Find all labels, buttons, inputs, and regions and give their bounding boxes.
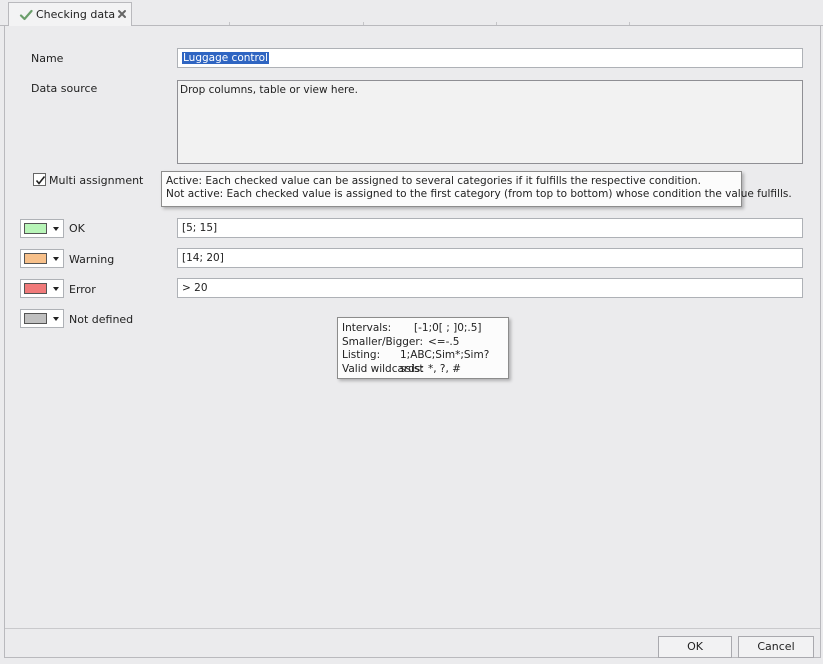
chevron-down-icon (53, 227, 59, 231)
not-defined-color-picker[interactable] (20, 309, 64, 328)
tab-separator (629, 22, 630, 25)
category-label-error: Error (69, 283, 96, 296)
syntax-help-tooltip: Intervals: [-1;0[ ; ]0;.5] Smaller/Bigge… (337, 317, 509, 379)
chevron-down-icon (53, 317, 59, 321)
footer-divider (5, 628, 820, 629)
tab-label: Checking data (36, 8, 116, 21)
datasource-placeholder: Drop columns, table or view here. (180, 84, 358, 96)
color-swatch (24, 313, 47, 324)
error-condition-input[interactable]: > 20 (177, 278, 803, 298)
checkmark-icon (35, 176, 46, 185)
tooltip-line: Not active: Each checked value is assign… (166, 188, 792, 200)
color-swatch (24, 283, 47, 294)
tab-separator (229, 22, 230, 25)
condition-value: [5; 15] (182, 222, 218, 234)
name-input[interactable]: Luggage control (177, 48, 803, 68)
multi-assignment-label: Multi assignment (49, 174, 144, 187)
multi-assignment-tooltip: Active: Each checked value can be assign… (161, 171, 792, 207)
name-label: Name (31, 52, 64, 65)
tooltip-key: Smaller/Bigger: (342, 335, 424, 348)
checkmark-icon (19, 8, 33, 22)
tooltip-key: Listing: (342, 349, 381, 361)
warning-color-picker[interactable] (20, 249, 64, 268)
category-label-ok: OK (69, 222, 85, 235)
datasource-label: Data source (31, 82, 98, 95)
datasource-dropzone[interactable]: Drop columns, table or view here. (177, 80, 803, 164)
tab-separator (496, 22, 497, 25)
condition-value: > 20 (182, 282, 208, 294)
tab-separator (363, 22, 364, 25)
multi-assignment-checkbox[interactable] (33, 173, 46, 186)
tooltip-key: Intervals: (342, 322, 392, 334)
tooltip-key: Valid wildcards: (342, 362, 424, 375)
chevron-down-icon (53, 257, 59, 261)
ok-condition-input[interactable]: [5; 15] (177, 218, 803, 238)
close-icon[interactable] (115, 6, 129, 22)
tooltip-value: <=-.5 (428, 335, 460, 348)
ok-button[interactable]: OK (658, 636, 732, 658)
tooltip-line: Active: Each checked value can be assign… (166, 175, 701, 187)
ok-color-picker[interactable] (20, 219, 64, 238)
tooltip-value: *, ?, # (428, 362, 461, 375)
color-swatch (24, 253, 47, 264)
error-color-picker[interactable] (20, 279, 64, 298)
cancel-button[interactable]: Cancel (738, 636, 814, 658)
chevron-down-icon (53, 287, 59, 291)
category-label-not-defined: Not defined (69, 313, 134, 326)
warning-condition-input[interactable]: [14; 20] (177, 248, 803, 268)
color-swatch (24, 223, 47, 234)
tab-checking-data[interactable]: Checking data (8, 2, 132, 26)
condition-value: [14; 20] (182, 252, 224, 264)
tooltip-value: [-1;0[ ; ]0;.5] (414, 322, 482, 334)
name-input-value: Luggage control (182, 52, 269, 64)
category-label-warning: Warning (69, 253, 115, 266)
